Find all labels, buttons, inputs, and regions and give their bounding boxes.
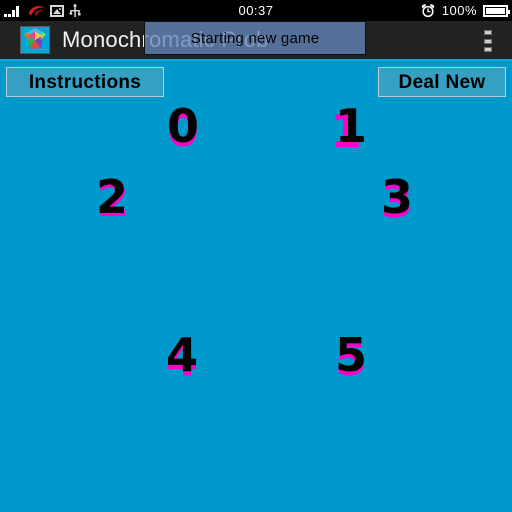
- number-label: 1: [335, 99, 367, 153]
- number-card[interactable]: 44: [160, 328, 204, 386]
- number-label: 3: [381, 170, 413, 224]
- overflow-menu-icon[interactable]: [484, 30, 492, 52]
- play-area: 00 11 22 33 44 55: [0, 99, 512, 512]
- number-label: 5: [335, 328, 367, 382]
- status-bar: 00:37 100%: [0, 0, 512, 21]
- alarm-clock-icon: [420, 3, 436, 18]
- battery-full-icon: [483, 4, 510, 17]
- app-logo-icon: [20, 26, 50, 54]
- number-card[interactable]: 33: [375, 170, 419, 228]
- number-card[interactable]: 22: [90, 170, 134, 227]
- status-bar-right-icons: 100%: [420, 0, 510, 21]
- instructions-button[interactable]: Instructions: [6, 67, 164, 97]
- number-card[interactable]: 00: [161, 99, 205, 157]
- number-card[interactable]: 55: [329, 328, 373, 386]
- number-label: 0: [167, 99, 199, 153]
- toast-message: Starting new game: [144, 21, 366, 55]
- number-label: 2: [96, 170, 128, 224]
- number-card[interactable]: 11: [329, 99, 373, 158]
- number-label: 4: [166, 328, 198, 382]
- deal-new-button[interactable]: Deal New: [378, 67, 506, 97]
- battery-percent-label: 100%: [441, 3, 477, 18]
- app-screen: 00:37 100% Monochromatic Starting new ga…: [0, 0, 512, 512]
